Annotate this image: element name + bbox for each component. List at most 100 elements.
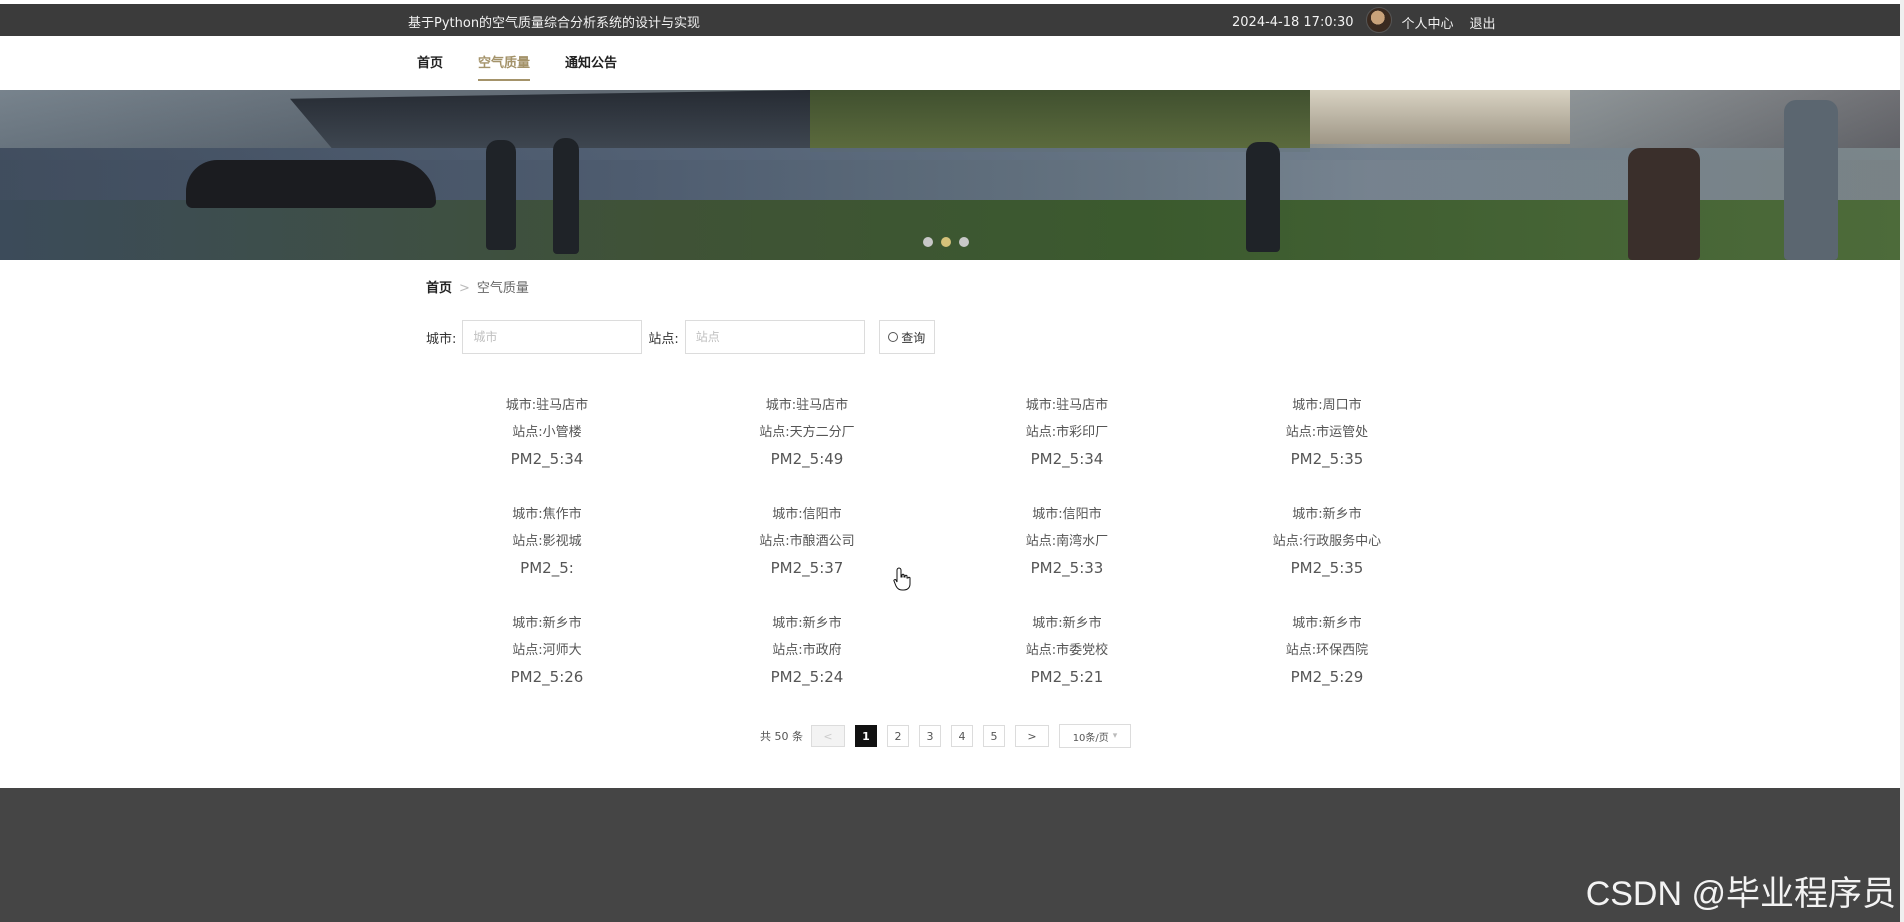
breadcrumb: 首页 > 空气质量 [426, 277, 529, 296]
record-card[interactable]: 城市:新乡市站点:行政服务中心 PM2_5:35 [1197, 501, 1457, 582]
record-card[interactable]: 城市:焦作市 站点:影视城 PM2_5: [417, 501, 677, 582]
breadcrumb-home[interactable]: 首页 [426, 281, 452, 296]
breadcrumb-current: 空气质量 [476, 281, 529, 296]
record-card[interactable]: 城市:信阳市 站点:南湾水厂 PM2_5:33 [937, 501, 1197, 582]
hero-banner[interactable] [0, 90, 1900, 260]
top-bar-right: 2024-4-18 17:0:30 个人中心 退出 [1232, 7, 1512, 33]
user-avatar[interactable] [1365, 7, 1392, 33]
record-card[interactable]: 城市:新乡市 站点:市委党校 PM2_5:21 [937, 610, 1197, 691]
record-card[interactable]: 城市:新乡市 站点:市政府 PM2_5:24 [677, 610, 937, 691]
next-page-button[interactable]: > [1015, 725, 1049, 747]
record-pm25: PM2_5:35 [1290, 450, 1364, 468]
record-station: 站点:天方二分厂 [759, 425, 855, 440]
city-label: 城市: [426, 331, 457, 347]
station-input[interactable] [684, 320, 865, 354]
watermark-text: CSDN @毕业程序员 [1585, 875, 1896, 913]
record-pm25: PM2_5:49 [770, 450, 844, 468]
nav-item-notice[interactable]: 通知公告 [565, 52, 617, 79]
site-title: 基于Python的空气质量综合分析系统的设计与实现 [408, 16, 701, 31]
search-form: 城市: 站点: 查询 [426, 320, 935, 354]
page-button[interactable]: 2 [887, 725, 909, 747]
nav-item-air-quality[interactable]: 空气质量 [478, 52, 531, 81]
page-size-select[interactable]: 10条/页 ▾ [1059, 724, 1131, 748]
profile-link[interactable]: 个人中心 [1402, 13, 1454, 32]
carousel-dots [923, 237, 969, 247]
page-button[interactable]: 4 [951, 725, 973, 747]
record-city: 城市:新乡市 [1292, 507, 1362, 522]
record-city: 城市:新乡市 [772, 616, 842, 631]
record-station: 站点:环保西院 [1285, 643, 1369, 658]
record-grid: 城市:驻马店市 站点:小管楼 PM2_5:34 城市:驻马店市 站点:天方二分厂 PM2… [417, 392, 1457, 691]
banner-building [1310, 90, 1570, 144]
banner-person [1628, 148, 1700, 260]
record-station: 站点:影视城 [512, 534, 582, 549]
banner-lawn [0, 200, 1900, 260]
record-pm25: PM2_5:33 [1030, 559, 1104, 577]
record-city: 城市:新乡市 [1032, 616, 1102, 631]
record-city: 城市:信阳市 [772, 507, 842, 522]
banner-car [186, 160, 436, 208]
record-station: 站点:市委党校 [1025, 643, 1109, 658]
nav-item-home[interactable]: 首页 [417, 52, 443, 79]
search-icon [888, 332, 899, 342]
record-card[interactable]: 城市:新乡市 站点:河师大 PM2_5:26 [417, 610, 677, 691]
banner-building [290, 90, 810, 148]
record-station: 站点:南湾水厂 [1025, 534, 1109, 549]
record-station: 站点:市酿酒公司 [759, 534, 855, 549]
record-station: 站点:小管楼 [512, 425, 582, 440]
banner-person [1246, 142, 1280, 252]
record-station: 站点:市彩印厂 [1025, 425, 1109, 440]
page-button-current[interactable]: 1 [855, 725, 877, 747]
record-pm25: PM2_5:29 [1290, 668, 1364, 686]
pagination-total: 共 50 条 [760, 730, 803, 743]
record-city: 城市:焦作市 [512, 507, 582, 522]
datetime-text: 2024-4-18 17:0:30 [1232, 15, 1354, 30]
record-pm25: PM2_5: [520, 559, 574, 577]
carousel-dot[interactable] [923, 237, 933, 247]
record-card[interactable]: 城市:周口市 站点:市运管处 PM2_5:35 [1197, 392, 1457, 473]
pagination: 共 50 条 < 1 2 3 4 5 > 10条/页 ▾ [760, 724, 1131, 748]
breadcrumb-separator: > [459, 281, 470, 296]
page-size-value: 10条/页 [1072, 732, 1109, 744]
top-bar: 基于Python的空气质量综合分析系统的设计与实现 2024-4-18 17:0… [0, 4, 1900, 36]
chevron-down-icon: ▾ [1112, 731, 1118, 741]
record-pm25: PM2_5:34 [510, 450, 584, 468]
record-city: 城市:新乡市 [512, 616, 582, 631]
station-label: 站点: [648, 331, 679, 347]
record-city: 城市:新乡市 [1292, 616, 1362, 631]
carousel-dot[interactable] [959, 237, 969, 247]
banner-person [553, 138, 579, 254]
banner-person [1784, 100, 1838, 260]
page-button[interactable]: 3 [919, 725, 941, 747]
city-input[interactable] [462, 320, 643, 354]
record-city: 城市:驻马店市 [765, 398, 849, 413]
record-station: 站点:行政服务中心 [1272, 534, 1382, 549]
record-card[interactable]: 城市:驻马店市 站点:小管楼 PM2_5:34 [417, 392, 677, 473]
banner-person [486, 140, 516, 250]
record-station: 站点:市政府 [772, 643, 842, 658]
search-button-label: 查询 [901, 330, 926, 345]
record-pm25: PM2_5:35 [1290, 559, 1364, 577]
record-city: 城市:驻马店市 [505, 398, 589, 413]
record-pm25: PM2_5:24 [770, 668, 844, 686]
scrollbar[interactable] [1900, 0, 1904, 922]
banner-green-wall [810, 90, 1310, 152]
hand-cursor-icon [893, 567, 911, 591]
record-pm25: PM2_5:21 [1030, 668, 1104, 686]
logout-link[interactable]: 退出 [1470, 13, 1496, 32]
record-pm25: PM2_5:34 [1030, 450, 1104, 468]
record-city: 城市:周口市 [1292, 398, 1362, 413]
record-card[interactable]: 城市:驻马店市 站点:天方二分厂 PM2_5:49 [677, 392, 937, 473]
carousel-dot-active[interactable] [941, 237, 951, 247]
record-city: 城市:驻马店市 [1025, 398, 1109, 413]
search-button[interactable]: 查询 [878, 320, 935, 354]
record-station: 站点:市运管处 [1285, 425, 1369, 440]
main-nav: 首页 空气质量 通知公告 [0, 36, 1900, 90]
prev-page-button[interactable]: < [811, 725, 845, 747]
record-pm25: PM2_5:26 [510, 668, 584, 686]
record-card[interactable]: 城市:新乡市 站点:环保西院 PM2_5:29 [1197, 610, 1457, 691]
page-button[interactable]: 5 [983, 725, 1005, 747]
record-station: 站点:河师大 [512, 643, 582, 658]
record-card[interactable]: 城市:驻马店市 站点:市彩印厂 PM2_5:34 [937, 392, 1197, 473]
record-city: 城市:信阳市 [1032, 507, 1102, 522]
